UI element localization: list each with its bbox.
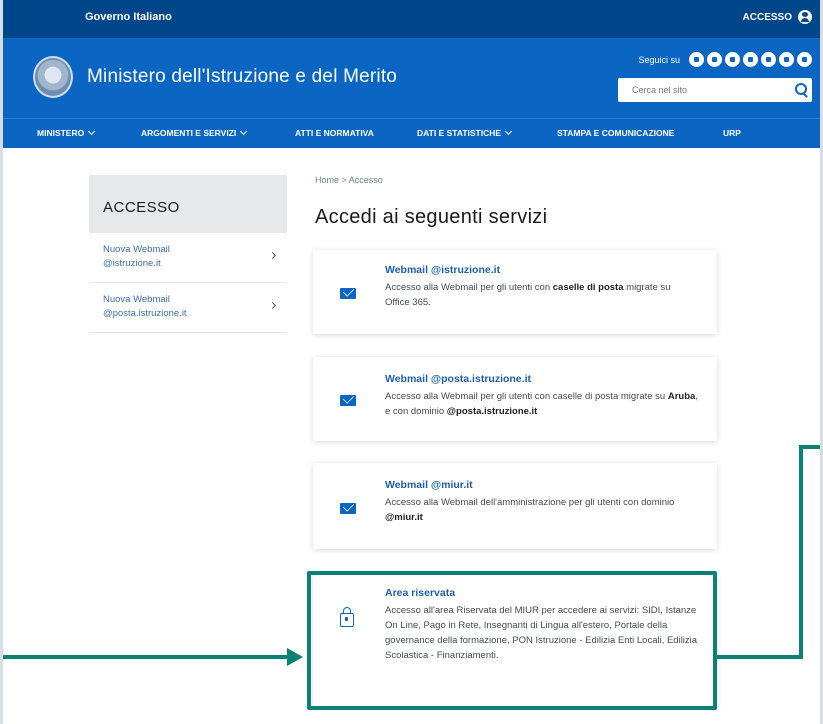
service-card-webmail-istruzione[interactable]: Webmail @istruzione.it Accesso alla Webm… [313, 250, 717, 334]
chevron-right-icon [268, 301, 277, 310]
chevron-right-icon [268, 251, 277, 260]
login-label: ACCESSO [742, 11, 792, 23]
twitter-icon[interactable] [689, 52, 704, 67]
annotation-connector-line [799, 445, 820, 449]
service-card-webmail-miur[interactable]: Webmail @miur.it Accesso alla Webmail de… [313, 463, 717, 549]
whatsapp-icon[interactable] [797, 52, 812, 67]
nav-item-atti[interactable]: ATTI E NORMATIVA [295, 128, 374, 138]
annotation-connector-line [717, 655, 803, 659]
nav-item-label: ATTI E NORMATIVA [295, 128, 374, 138]
social-bar: Seguici su [638, 52, 812, 67]
site-header: Ministero dell'Istruzione e del Merito S… [3, 38, 820, 118]
search-icon[interactable] [790, 79, 812, 101]
card-title[interactable]: Webmail @miur.it [385, 479, 473, 491]
main-navigation: MINISTERO ARGOMENTI E SERVIZI ATTI E NOR… [3, 118, 820, 148]
nav-item-label: URP [723, 128, 741, 138]
card-title[interactable]: Webmail @posta.istruzione.it [385, 373, 531, 385]
youtube-icon[interactable] [743, 52, 758, 67]
user-icon [798, 10, 812, 24]
sidebar: ACCESSO Nuova Webmail @istruzione.it Nuo… [89, 175, 287, 333]
service-card-webmail-posta[interactable]: Webmail @posta.istruzione.it Accesso all… [313, 357, 717, 441]
chevron-down-icon [240, 127, 248, 136]
envelope-icon [340, 288, 356, 299]
sidebar-heading: ACCESSO [89, 175, 287, 233]
nav-item-urp[interactable]: URP [723, 128, 741, 138]
envelope-icon [340, 395, 356, 406]
page-frame: Governo Italiano ACCESSO Ministero dell'… [0, 0, 823, 724]
nav-item-stampa[interactable]: STAMPA E COMUNICAZIONE [557, 128, 674, 138]
sidebar-item-webmail-posta[interactable]: Nuova Webmail @posta.istruzione.it [89, 283, 287, 333]
telegram-icon[interactable] [761, 52, 776, 67]
annotation-connector-line [799, 445, 803, 659]
facebook-icon[interactable] [707, 52, 722, 67]
card-description: Accesso alla Webmail per gli utenti con … [385, 282, 671, 308]
nav-item-dati[interactable]: DATI E STATISTICHE [417, 127, 513, 138]
page-title: Accedi ai seguenti servizi [315, 206, 548, 228]
breadcrumb[interactable]: Home > Accesso [315, 175, 383, 185]
linkedin-icon[interactable] [779, 52, 794, 67]
nav-item-argomenti[interactable]: ARGOMENTI E SERVIZI [141, 127, 248, 138]
site-title[interactable]: Ministero dell'Istruzione e del Merito [87, 66, 397, 88]
republic-emblem-logo[interactable] [33, 56, 73, 98]
nav-item-label: STAMPA E COMUNICAZIONE [557, 128, 675, 138]
card-title[interactable]: Webmail @istruzione.it [385, 264, 500, 276]
annotation-arrow-line [3, 655, 289, 659]
sidebar-item-webmail-istruzione[interactable]: Nuova Webmail @istruzione.it [89, 233, 287, 283]
login-button[interactable]: ACCESSO [743, 10, 812, 24]
chevron-down-icon [88, 127, 96, 136]
nav-item-label: DATI E STATISTICHE [417, 128, 502, 138]
instagram-icon[interactable] [725, 52, 740, 67]
follow-label: Seguici su [638, 54, 680, 65]
envelope-icon [340, 503, 356, 514]
search-box [618, 78, 812, 102]
government-bar: Governo Italiano ACCESSO [3, 0, 820, 38]
arrow-right-icon [287, 648, 303, 666]
sidebar-item-label: Nuova Webmail @istruzione.it [103, 244, 170, 269]
nav-item-label: ARGOMENTI E SERVIZI [141, 128, 237, 138]
nav-item-label: MINISTERO [37, 128, 85, 138]
card-description: Accesso alla Webmail per gli utenti con … [385, 391, 698, 417]
highlight-box [307, 571, 717, 710]
chevron-down-icon [505, 127, 513, 136]
card-description: Accesso alla Webmail dell'amministrazion… [385, 497, 675, 523]
government-link[interactable]: Governo Italiano [85, 11, 172, 23]
search-input[interactable] [618, 78, 790, 102]
sidebar-item-label: Nuova Webmail @posta.istruzione.it [103, 294, 187, 319]
nav-item-ministero[interactable]: MINISTERO [37, 127, 96, 138]
